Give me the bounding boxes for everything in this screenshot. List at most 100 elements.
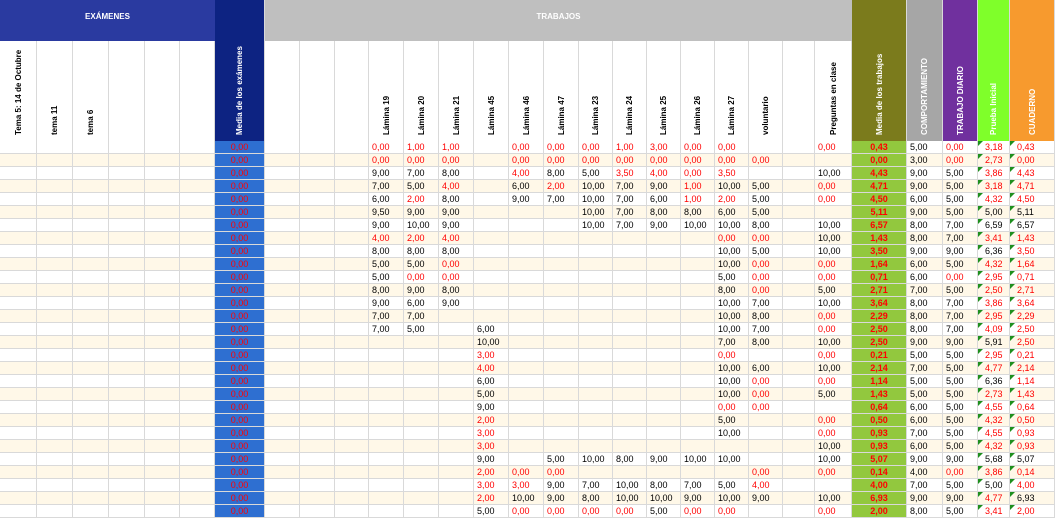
cell-e2[interactable] <box>73 349 109 362</box>
cell-comp[interactable]: 7,00 <box>907 479 943 492</box>
cell-g1[interactable] <box>300 232 335 245</box>
cell-l19[interactable] <box>369 453 404 466</box>
cell-td[interactable]: 5,00 <box>943 284 978 297</box>
cell-vol[interactable]: 7,00 <box>749 323 783 336</box>
cell-mt[interactable]: 0,21 <box>852 349 907 362</box>
cell-m[interactable]: 0,00 <box>215 245 265 258</box>
cell-l46[interactable] <box>509 245 544 258</box>
cell-pi[interactable]: 4,77 <box>978 492 1010 505</box>
cell-g1[interactable] <box>300 245 335 258</box>
media-trabajos-header[interactable]: Media de los trabajos <box>852 0 907 141</box>
cell-pi[interactable]: 2,50 <box>978 284 1010 297</box>
cell-vol[interactable]: 7,00 <box>749 297 783 310</box>
cell-cua[interactable]: 0,43 <box>1010 141 1055 154</box>
cell-l27[interactable]: 10,00 <box>715 453 749 466</box>
cell-l26[interactable] <box>681 245 715 258</box>
cell-l21[interactable] <box>439 323 474 336</box>
cell-l27[interactable]: 5,00 <box>715 271 749 284</box>
cell-l26[interactable] <box>681 258 715 271</box>
cell-l23[interactable]: 10,00 <box>579 180 613 193</box>
cell-vol[interactable] <box>749 167 783 180</box>
cell-m[interactable]: 0,00 <box>215 336 265 349</box>
cell-l46[interactable]: 9,00 <box>509 193 544 206</box>
cell-e5[interactable] <box>180 349 215 362</box>
cell-l47[interactable]: 0,00 <box>544 505 579 518</box>
cell-e3[interactable] <box>109 362 145 375</box>
cell-l45[interactable]: 10,00 <box>474 336 509 349</box>
cell-l25[interactable] <box>647 297 681 310</box>
cell-l19[interactable]: 5,00 <box>369 258 404 271</box>
cell-l26[interactable]: 1,00 <box>681 180 715 193</box>
cell-pi[interactable]: 4,55 <box>978 427 1010 440</box>
cell-m[interactable]: 0,00 <box>215 284 265 297</box>
cell-g2[interactable] <box>335 232 369 245</box>
cell-l26[interactable] <box>681 375 715 388</box>
cell-mt[interactable]: 2,14 <box>852 362 907 375</box>
cell-e2[interactable] <box>73 271 109 284</box>
cell-cua[interactable]: 0,21 <box>1010 349 1055 362</box>
cell-l20[interactable]: 7,00 <box>404 310 439 323</box>
cell-e0[interactable] <box>0 492 37 505</box>
cell-vol[interactable] <box>749 440 783 453</box>
g0-header[interactable] <box>265 41 300 141</box>
cell-l19[interactable] <box>369 336 404 349</box>
cell-l21[interactable]: 9,00 <box>439 206 474 219</box>
cell-l21[interactable]: 8,00 <box>439 284 474 297</box>
cell-l26[interactable]: 10,00 <box>681 453 715 466</box>
cell-preg[interactable]: 0,00 <box>815 180 852 193</box>
cell-l21[interactable]: 4,00 <box>439 180 474 193</box>
cell-l20[interactable] <box>404 479 439 492</box>
cell-l21[interactable]: 4,00 <box>439 232 474 245</box>
cell-l24[interactable]: 10,00 <box>613 492 647 505</box>
cell-l21[interactable] <box>439 349 474 362</box>
cell-l27[interactable]: 6,00 <box>715 206 749 219</box>
cell-pi[interactable]: 2,95 <box>978 271 1010 284</box>
cell-l47[interactable]: 9,00 <box>544 492 579 505</box>
cell-g3[interactable] <box>783 258 815 271</box>
cell-cua[interactable]: 0,71 <box>1010 271 1055 284</box>
cell-g0[interactable] <box>265 310 300 323</box>
cell-l23[interactable] <box>579 297 613 310</box>
cell-l27[interactable]: 10,00 <box>715 310 749 323</box>
cell-l27[interactable]: 0,00 <box>715 232 749 245</box>
cell-e0[interactable] <box>0 258 37 271</box>
cell-g2[interactable] <box>335 362 369 375</box>
cell-e2[interactable] <box>73 492 109 505</box>
cell-e5[interactable] <box>180 466 215 479</box>
cell-l46[interactable] <box>509 427 544 440</box>
cell-l27[interactable]: 5,00 <box>715 414 749 427</box>
cell-g3[interactable] <box>783 336 815 349</box>
cell-l47[interactable] <box>544 310 579 323</box>
cell-g3[interactable] <box>783 310 815 323</box>
cell-l46[interactable]: 3,00 <box>509 479 544 492</box>
cell-g1[interactable] <box>300 401 335 414</box>
cell-g1[interactable] <box>300 323 335 336</box>
cell-g2[interactable] <box>335 271 369 284</box>
cell-l21[interactable] <box>439 310 474 323</box>
cell-e2[interactable] <box>73 206 109 219</box>
cell-l23[interactable] <box>579 284 613 297</box>
cell-e2[interactable] <box>73 232 109 245</box>
cell-l27[interactable]: 10,00 <box>715 180 749 193</box>
cell-g3[interactable] <box>783 193 815 206</box>
cell-m[interactable]: 0,00 <box>215 310 265 323</box>
cell-td[interactable]: 5,00 <box>943 167 978 180</box>
cell-g0[interactable] <box>265 479 300 492</box>
cell-l21[interactable]: 8,00 <box>439 193 474 206</box>
trabajo-l26-header[interactable]: Lámina 26 <box>681 41 715 141</box>
cell-e4[interactable] <box>145 375 180 388</box>
cell-l21[interactable] <box>439 440 474 453</box>
cell-g3[interactable] <box>783 271 815 284</box>
cell-l47[interactable] <box>544 336 579 349</box>
cell-l45[interactable] <box>474 193 509 206</box>
cell-e1[interactable] <box>37 232 73 245</box>
cell-comp[interactable]: 6,00 <box>907 440 943 453</box>
cell-l47[interactable] <box>544 219 579 232</box>
cell-preg[interactable]: 0,00 <box>815 375 852 388</box>
exam-col-5[interactable] <box>180 41 215 141</box>
cell-l24[interactable] <box>613 258 647 271</box>
cell-l24[interactable] <box>613 375 647 388</box>
cell-e0[interactable] <box>0 180 37 193</box>
cell-e0[interactable] <box>0 245 37 258</box>
cell-l19[interactable] <box>369 362 404 375</box>
